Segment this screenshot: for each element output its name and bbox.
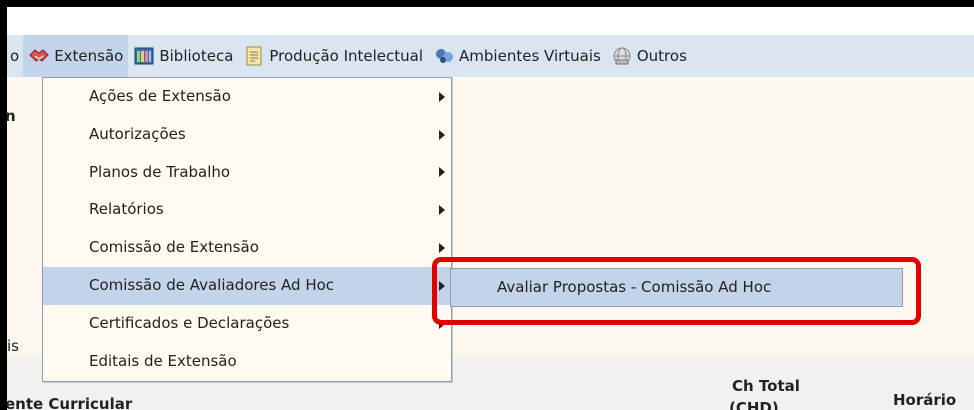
partial-label: is bbox=[7, 337, 19, 355]
menu-item-acoes-de-extensao[interactable]: Ações de Extensão bbox=[43, 78, 451, 116]
menu-item-relatorios[interactable]: Relatórios bbox=[43, 191, 451, 229]
menu-item-avaliar-propostas[interactable]: Avaliar Propostas - Comissão Ad Hoc bbox=[450, 268, 903, 307]
menu-item-biblioteca[interactable]: Biblioteca bbox=[128, 35, 238, 77]
virtual-environment-icon bbox=[433, 45, 455, 67]
document-icon bbox=[243, 45, 265, 67]
menu-item-comissao-de-avaliadores-ad-hoc[interactable]: Comissão de Avaliadores Ad Hoc bbox=[43, 266, 451, 305]
submenu-arrow-icon bbox=[439, 280, 445, 291]
menu-item-planos-de-trabalho[interactable]: Planos de Trabalho bbox=[43, 154, 451, 192]
submenu-arrow-icon bbox=[439, 243, 445, 254]
menu-item-ambientes-virtuais[interactable]: Ambientes Virtuais bbox=[428, 35, 606, 77]
menu-item-certificados-e-declaracoes[interactable]: Certificados e Declarações bbox=[43, 305, 451, 343]
menu-item-producao-intelectual[interactable]: Produção Intelectual bbox=[238, 35, 428, 77]
partial-heading: n bbox=[7, 107, 16, 125]
bookshelf-icon bbox=[133, 45, 155, 67]
menu-item-autorizacoes[interactable]: Autorizações bbox=[43, 116, 451, 154]
top-menubar: o Extensão Biblioteca Produção Intelectu… bbox=[7, 35, 974, 77]
submenu-arrow-icon bbox=[439, 129, 445, 140]
handshake-icon bbox=[28, 45, 50, 67]
menu-item-outros[interactable]: Outros bbox=[606, 35, 692, 77]
globe-icon bbox=[611, 45, 633, 67]
column-header-component: ente Curricular bbox=[7, 395, 133, 410]
menu-item-editais-de-extensao[interactable]: Editais de Extensão bbox=[43, 343, 451, 381]
column-header-ch-total: Ch Total bbox=[732, 377, 800, 395]
column-header-horario: Horário bbox=[893, 391, 957, 409]
submenu-arrow-icon bbox=[439, 318, 445, 329]
screen: n is ente Curricular Ch Total (CHD) Horá… bbox=[7, 7, 974, 410]
submenu-arrow-icon bbox=[439, 205, 445, 216]
column-header-ch-sub: (CHD) bbox=[729, 399, 779, 410]
menu-item-comissao-de-extensao[interactable]: Comissão de Extensão bbox=[43, 229, 451, 267]
extensao-dropdown-menu: Ações de Extensão Autorizações Planos de… bbox=[42, 77, 452, 382]
menu-item-extensao[interactable]: Extensão bbox=[23, 35, 129, 77]
menu-item-truncated[interactable]: o bbox=[7, 35, 23, 77]
submenu-arrow-icon bbox=[439, 91, 445, 102]
submenu-arrow-icon bbox=[439, 167, 445, 178]
